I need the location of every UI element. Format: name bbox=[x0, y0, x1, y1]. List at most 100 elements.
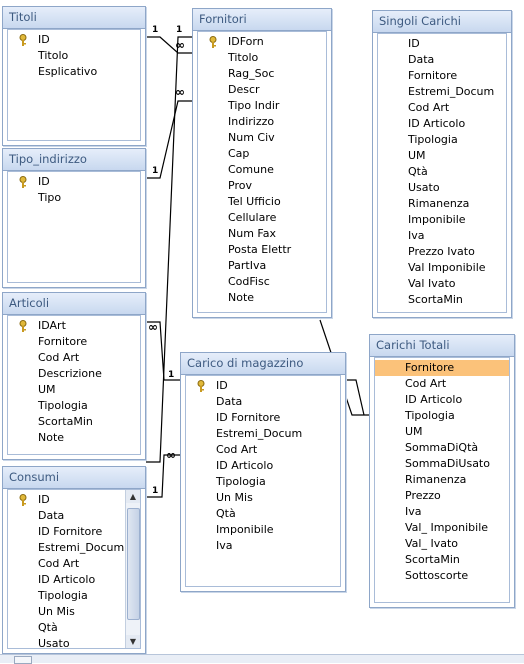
table-fornitori[interactable]: Fornitori IDForn Titolo Rag_Soc Descr Ti… bbox=[192, 8, 332, 318]
field-item[interactable]: Estremi_Docum bbox=[8, 540, 140, 556]
field-item[interactable]: ID Fornitore bbox=[186, 410, 340, 426]
field-item[interactable]: Cod Art bbox=[8, 350, 140, 366]
field-item[interactable]: Posta Elettr bbox=[198, 242, 326, 258]
field-item[interactable]: ID bbox=[8, 174, 140, 190]
field-item[interactable]: SommaDiQtà bbox=[375, 440, 509, 456]
field-item[interactable]: ID Fornitore bbox=[8, 524, 140, 540]
table-title[interactable]: Carico di magazzino bbox=[181, 353, 345, 375]
field-item[interactable]: Rimanenza bbox=[375, 472, 509, 488]
scroll-down-icon[interactable]: ▼ bbox=[126, 635, 140, 648]
field-item[interactable]: Num Civ bbox=[198, 130, 326, 146]
field-item[interactable]: Tipologia bbox=[186, 474, 340, 490]
table-title[interactable]: Fornitori bbox=[193, 9, 331, 31]
field-item[interactable]: Titolo bbox=[8, 48, 140, 64]
field-item[interactable]: UM bbox=[8, 382, 140, 398]
field-item[interactable]: Rimanenza bbox=[378, 196, 506, 212]
field-item[interactable]: ID Articolo bbox=[375, 392, 509, 408]
table-title[interactable]: Tipo_indirizzo bbox=[3, 149, 145, 171]
field-item[interactable]: Tipologia bbox=[8, 588, 140, 604]
field-item[interactable]: Qtà bbox=[8, 620, 140, 636]
field-item[interactable]: Data bbox=[8, 508, 140, 524]
table-titoli[interactable]: Titoli ID Titolo Esplicativo bbox=[2, 6, 146, 146]
field-item[interactable]: ID bbox=[8, 32, 140, 48]
field-item[interactable]: ID bbox=[8, 492, 140, 508]
field-item[interactable]: Esplicativo bbox=[8, 64, 140, 80]
table-articoli[interactable]: Articoli IDArt Fornitore Cod Art Descriz… bbox=[2, 292, 146, 460]
field-item[interactable]: Val_ Ivato bbox=[375, 536, 509, 552]
field-item[interactable]: Val_ Imponibile bbox=[375, 520, 509, 536]
field-item[interactable]: Tipologia bbox=[378, 132, 506, 148]
field-item[interactable]: Val Imponibile bbox=[378, 260, 506, 276]
table-consumi[interactable]: Consumi ID Data ID Fornitore Estremi_Doc… bbox=[2, 466, 146, 654]
field-item[interactable]: Estremi_Docum bbox=[186, 426, 340, 442]
table-title[interactable]: Articoli bbox=[3, 293, 145, 315]
field-item[interactable]: Iva bbox=[378, 228, 506, 244]
field-item[interactable]: Imponibile bbox=[186, 522, 340, 538]
field-item[interactable]: Tipo Indir bbox=[198, 98, 326, 114]
field-item[interactable]: UM bbox=[378, 148, 506, 164]
vertical-scrollbar[interactable]: ▲ ▼ bbox=[125, 490, 140, 648]
field-item[interactable]: ScortaMin bbox=[375, 552, 509, 568]
field-item[interactable]: Tipologia bbox=[375, 408, 509, 424]
field-item[interactable]: Cod Art bbox=[375, 376, 509, 392]
scroll-up-icon[interactable]: ▲ bbox=[126, 490, 140, 503]
field-item[interactable]: UM bbox=[375, 424, 509, 440]
field-item[interactable]: Iva bbox=[186, 538, 340, 554]
field-item[interactable]: Cod Art bbox=[378, 100, 506, 116]
field-item[interactable]: Descr bbox=[198, 82, 326, 98]
field-item[interactable]: IDForn bbox=[198, 34, 326, 50]
field-item[interactable]: Usato bbox=[378, 180, 506, 196]
table-title[interactable]: Consumi bbox=[3, 467, 145, 489]
field-item[interactable]: Cap bbox=[198, 146, 326, 162]
table-carico-di-magazzino[interactable]: Carico di magazzino ID Data ID Fornitore… bbox=[180, 352, 346, 592]
field-item[interactable]: Imponibile bbox=[378, 212, 506, 228]
field-item[interactable]: Un Mis bbox=[8, 604, 140, 620]
field-item[interactable]: Sottoscorte bbox=[375, 568, 509, 584]
field-item[interactable]: Note bbox=[198, 290, 326, 306]
field-item[interactable]: ID Articolo bbox=[186, 458, 340, 474]
field-item[interactable]: Fornitore bbox=[8, 334, 140, 350]
field-item[interactable]: Num Fax bbox=[198, 226, 326, 242]
field-item[interactable]: Cod Art bbox=[186, 442, 340, 458]
field-item[interactable]: Tel Ufficio bbox=[198, 194, 326, 210]
field-item[interactable]: Iva bbox=[375, 504, 509, 520]
field-item[interactable]: Fornitore bbox=[378, 68, 506, 84]
field-item[interactable]: Data bbox=[186, 394, 340, 410]
field-item[interactable]: Prezzo Ivato bbox=[378, 244, 506, 260]
field-item[interactable]: Indirizzo bbox=[198, 114, 326, 130]
field-item[interactable]: Estremi_Docum bbox=[378, 84, 506, 100]
field-item[interactable]: Un Mis bbox=[186, 490, 340, 506]
field-item[interactable]: ScortaMin bbox=[8, 414, 140, 430]
field-item[interactable]: Fornitore bbox=[375, 360, 509, 376]
field-item[interactable]: ScortaMin bbox=[378, 292, 506, 308]
field-item[interactable]: Val Ivato bbox=[378, 276, 506, 292]
field-item[interactable]: Qtà bbox=[378, 164, 506, 180]
field-item[interactable]: Descrizione bbox=[8, 366, 140, 382]
table-title[interactable]: Singoli Carichi bbox=[373, 11, 511, 33]
field-item[interactable]: Qtà bbox=[186, 506, 340, 522]
scroll-thumb[interactable] bbox=[127, 508, 140, 620]
table-singoli-carichi[interactable]: Singoli Carichi ID Data Fornitore Estremi_D… bbox=[372, 10, 512, 318]
navigation-button[interactable] bbox=[14, 656, 32, 664]
field-item[interactable]: Tipo bbox=[8, 190, 140, 206]
field-item[interactable]: Tipologia bbox=[8, 398, 140, 414]
field-item[interactable]: IDArt bbox=[8, 318, 140, 334]
field-item[interactable]: Data bbox=[378, 52, 506, 68]
field-item[interactable]: ID Articolo bbox=[8, 572, 140, 588]
table-title[interactable]: Titoli bbox=[3, 7, 145, 29]
field-item[interactable]: PartIva bbox=[198, 258, 326, 274]
field-item[interactable]: Note bbox=[8, 430, 140, 446]
field-item[interactable]: ID bbox=[186, 378, 340, 394]
field-item[interactable]: Titolo bbox=[198, 50, 326, 66]
field-item[interactable]: Prov bbox=[198, 178, 326, 194]
table-carichi-totali[interactable]: Carichi Totali Fornitore Cod Art ID Artico… bbox=[369, 334, 515, 608]
field-item[interactable]: Comune bbox=[198, 162, 326, 178]
field-item[interactable]: SommaDiUsato bbox=[375, 456, 509, 472]
field-item[interactable]: Prezzo bbox=[375, 488, 509, 504]
field-item[interactable]: Usato bbox=[8, 636, 140, 648]
field-item[interactable]: Cod Art bbox=[8, 556, 140, 572]
field-item[interactable]: CodFisc bbox=[198, 274, 326, 290]
field-item[interactable]: ID bbox=[378, 36, 506, 52]
field-item[interactable]: Cellulare bbox=[198, 210, 326, 226]
table-tipo-indirizzo[interactable]: Tipo_indirizzo ID Tipo bbox=[2, 148, 146, 288]
